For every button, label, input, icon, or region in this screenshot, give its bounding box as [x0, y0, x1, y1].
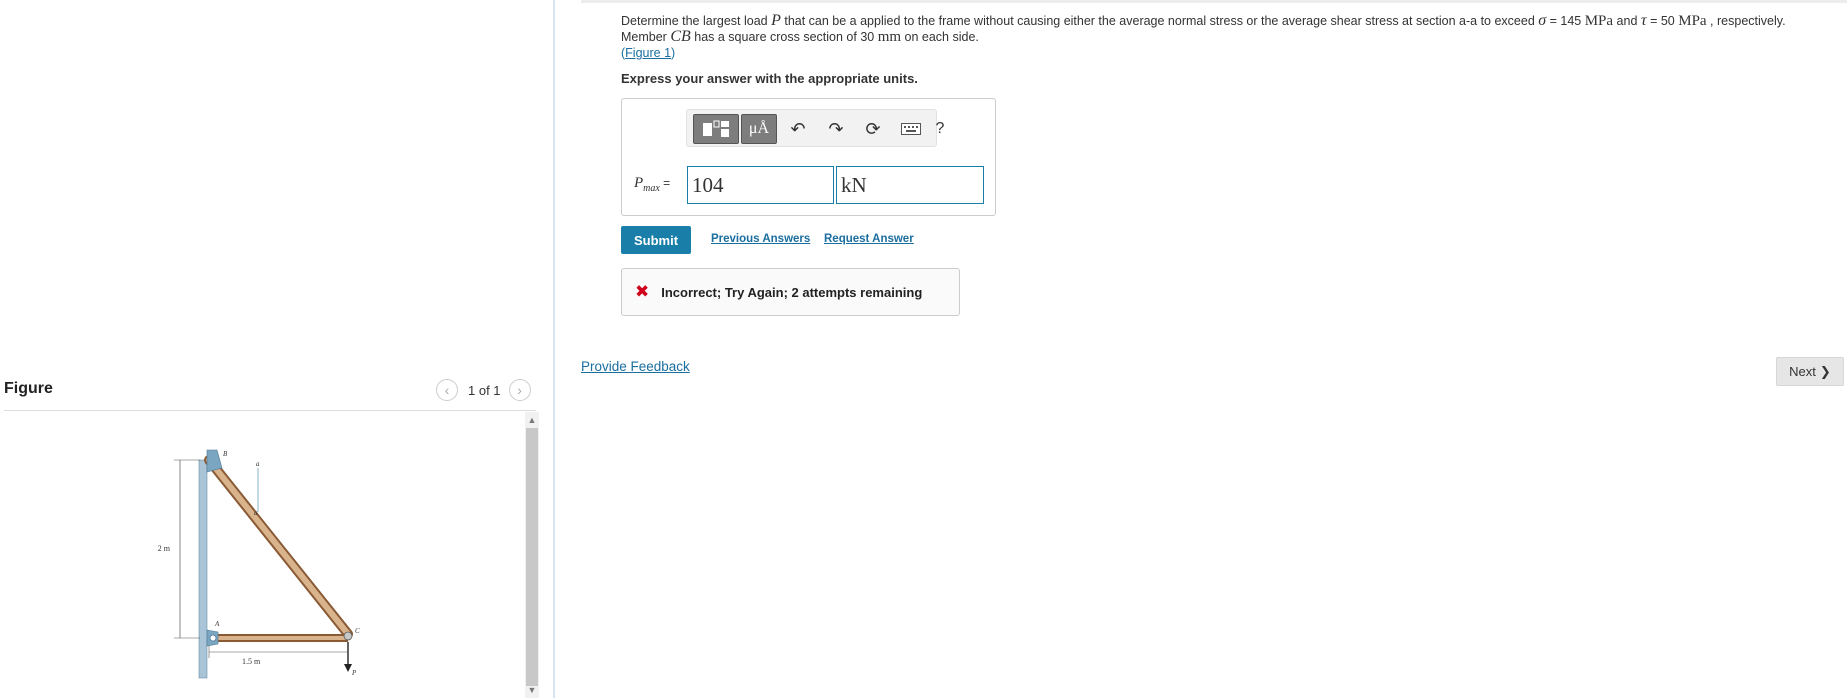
answer-box: μÅ ↶ ↷ ⟳ ? Pmax =	[621, 98, 996, 216]
answer-value-input[interactable]	[687, 166, 834, 204]
templates-button[interactable]	[693, 114, 739, 144]
label-c: C	[355, 627, 360, 635]
previous-figure-button[interactable]: ‹	[436, 379, 458, 401]
question-text: Determine the largest load P that can be…	[621, 12, 1786, 61]
pmax-label: Pmax =	[634, 175, 671, 194]
label-p: P	[351, 669, 357, 677]
scroll-up-icon[interactable]: ▲	[525, 413, 539, 427]
figure-page-count: 1 of 1	[468, 382, 501, 398]
submit-button[interactable]: Submit	[621, 226, 691, 254]
answer-instruction: Express your answer with the appropriate…	[621, 71, 918, 86]
top-rule	[581, 0, 1847, 3]
figure-scrollbar[interactable]: ▲ ▼	[525, 412, 539, 698]
joint-c	[343, 631, 353, 641]
reset-icon[interactable]: ⟳	[862, 117, 884, 141]
scroll-down-icon[interactable]: ▼	[525, 683, 539, 697]
templates-icon	[703, 120, 729, 137]
figure-navigation: ‹ 1 of 1 ›	[436, 379, 531, 401]
label-a: A	[214, 620, 220, 628]
height-label: 2 m	[158, 544, 171, 553]
previous-answers-link[interactable]: Previous Answers	[711, 233, 810, 245]
scrollbar-thumb[interactable]	[526, 428, 538, 686]
feedback-text: Incorrect; Try Again; 2 attempts remaini…	[661, 284, 923, 300]
label-b: B	[223, 450, 228, 458]
figure-pane: Figure ‹ 1 of 1 › 2 m a a 1.5 m B A C P …	[0, 0, 555, 698]
answer-unit-input[interactable]	[836, 166, 984, 204]
figure-divider	[4, 410, 536, 411]
feedback-box: ✖ Incorrect; Try Again; 2 attempts remai…	[621, 268, 960, 316]
figure-title: Figure	[4, 380, 53, 397]
keyboard-icon[interactable]	[900, 117, 922, 141]
next-label: Next	[1789, 364, 1816, 379]
svg-text:a: a	[256, 460, 260, 468]
request-answer-link[interactable]: Request Answer	[824, 233, 914, 245]
redo-icon[interactable]: ↷	[825, 117, 847, 141]
next-figure-button[interactable]: ›	[508, 379, 531, 401]
frame-figure: 2 m a a 1.5 m B A C P	[158, 449, 360, 679]
incorrect-icon: ✖	[635, 282, 650, 301]
support-b	[206, 449, 223, 473]
svg-text:a: a	[254, 509, 258, 517]
help-button[interactable]: ?	[929, 117, 951, 141]
provide-feedback-link[interactable]: Provide Feedback	[581, 359, 690, 374]
figure-1-link[interactable]: Figure 1	[625, 46, 671, 60]
math-toolbar: μÅ ↶ ↷ ⟳ ?	[686, 109, 944, 147]
wall	[198, 459, 208, 679]
chevron-right-icon: ›	[517, 382, 522, 398]
next-button[interactable]: Next ❯	[1776, 357, 1844, 386]
pane-divider[interactable]	[553, 0, 555, 698]
chevron-right-icon: ❯	[1819, 363, 1831, 379]
chevron-left-icon: ‹	[444, 382, 450, 398]
units-button[interactable]: μÅ	[741, 114, 777, 144]
undo-icon[interactable]: ↶	[787, 117, 809, 141]
width-label: 1.5 m	[242, 657, 261, 666]
